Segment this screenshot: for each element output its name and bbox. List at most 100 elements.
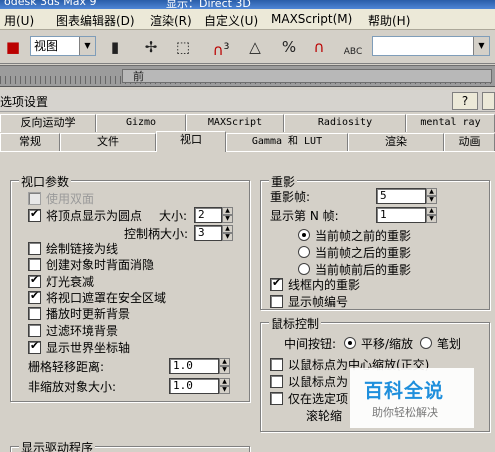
filter-env-bg-checkbox[interactable]: 过滤环境背景 bbox=[28, 322, 118, 338]
viewport-params-title: 视口参数 bbox=[19, 173, 72, 190]
attenuate-lights-checkbox[interactable]: 灯光衰减 bbox=[28, 273, 94, 289]
spinner-up-icon[interactable]: ▲ bbox=[222, 225, 233, 233]
handle-size-spinner[interactable]: 3 ▲ ▼ bbox=[194, 225, 233, 241]
tab-general[interactable]: 常规 bbox=[0, 133, 60, 151]
size-spinner[interactable]: 2 ▲ ▼ bbox=[194, 207, 233, 223]
tab-inverse-kinematics[interactable]: 反向运动学 bbox=[0, 114, 96, 132]
tab-animation[interactable]: 动画 bbox=[444, 133, 495, 151]
checkbox-box bbox=[270, 294, 283, 308]
spinner-arrows[interactable]: ▲ ▼ bbox=[426, 207, 437, 223]
spinner-down-icon[interactable]: ▼ bbox=[426, 215, 437, 223]
ghost-after-radio[interactable]: 当前帧之后的重影 bbox=[298, 244, 411, 260]
reference-coord-combo[interactable]: 视图 ▼ bbox=[30, 36, 96, 56]
snap-3d-icon[interactable]: ∩3 bbox=[210, 35, 232, 59]
spinner-up-icon[interactable]: ▲ bbox=[426, 188, 437, 196]
checkbox-box bbox=[270, 357, 283, 371]
checkbox-box bbox=[28, 257, 41, 271]
select-and-move-icon[interactable]: ■ bbox=[2, 35, 24, 59]
select-object-icon[interactable]: ⬚ bbox=[172, 35, 194, 59]
spinner-arrows[interactable]: ▲ ▼ bbox=[222, 225, 233, 241]
spinner-down-icon[interactable]: ▼ bbox=[222, 215, 233, 223]
ghost-wireframe-label: 线框内的重影 bbox=[288, 277, 361, 292]
tab-separator bbox=[0, 151, 495, 152]
menu-rendering[interactable]: 渲染(R) bbox=[150, 12, 192, 29]
help-button[interactable]: ? bbox=[452, 92, 478, 110]
tab-gizmo[interactable]: Gizmo bbox=[96, 114, 186, 132]
checkbox-box bbox=[28, 306, 41, 320]
spinner-snap-icon[interactable]: ∩ bbox=[308, 35, 330, 59]
chevron-down-icon: ▼ bbox=[473, 37, 489, 55]
close-button[interactable] bbox=[482, 92, 495, 110]
size-field[interactable]: 2 bbox=[194, 207, 222, 223]
edit-named-selections-icon[interactable]: ABC bbox=[342, 35, 364, 59]
angle-snap-icon[interactable]: △ bbox=[244, 35, 266, 59]
select-link-icon[interactable]: ✢ bbox=[140, 35, 162, 59]
spinner-up-icon[interactable]: ▲ bbox=[219, 358, 230, 366]
checkbox-box bbox=[28, 339, 41, 354]
percent-snap-icon[interactable]: % bbox=[278, 35, 300, 59]
nth-frame-field[interactable]: 1 bbox=[376, 207, 426, 223]
ghost-before-label: 当前帧之前的重影 bbox=[315, 228, 412, 243]
tab-mental-ray[interactable]: mental ray bbox=[406, 114, 495, 132]
tab-files[interactable]: 文件 bbox=[60, 133, 156, 151]
pan-zoom-radio[interactable]: 平移/缩放 bbox=[344, 335, 413, 351]
ghost-wireframe-checkbox[interactable]: 线框内的重影 bbox=[270, 276, 360, 292]
menu-maxscript[interactable]: MAXScript(M) bbox=[271, 12, 352, 26]
checkbox-box bbox=[270, 276, 283, 291]
handle-size-field[interactable]: 3 bbox=[194, 225, 222, 241]
ghost-frames-spinner[interactable]: 5 ▲ ▼ bbox=[376, 188, 437, 204]
display-world-axis-checkbox[interactable]: 显示世界坐标轴 bbox=[28, 339, 130, 355]
zoom-about-point-persp-checkbox[interactable]: 以鼠标点为 bbox=[270, 373, 348, 389]
pivot-icon[interactable]: ▮ bbox=[104, 35, 126, 59]
mask-safe-region-checkbox[interactable]: 将视口遮罩在安全区域 bbox=[28, 289, 166, 305]
stroke-radio[interactable]: 笔划 bbox=[420, 335, 461, 351]
draw-links-checkbox[interactable]: 绘制链接为线 bbox=[28, 240, 118, 256]
nth-frame-label: 显示第 N 帧: bbox=[270, 208, 339, 223]
spinner-down-icon[interactable]: ▼ bbox=[219, 366, 230, 374]
spinner-down-icon[interactable]: ▼ bbox=[222, 233, 233, 241]
menu-help[interactable]: 帮助(H) bbox=[368, 12, 410, 29]
backface-cull-label: 创建对象时背面消隐 bbox=[46, 257, 155, 272]
tab-maxscript[interactable]: MAXScript bbox=[186, 114, 284, 132]
tab-viewports[interactable]: 视口 bbox=[156, 131, 226, 152]
show-frame-numbers-checkbox[interactable]: 显示帧编号 bbox=[270, 293, 348, 309]
non-scaling-size-field[interactable]: 1.0 bbox=[169, 378, 219, 394]
nth-frame-spinner[interactable]: 1 ▲ ▼ bbox=[376, 207, 437, 223]
checkbox-box bbox=[270, 374, 283, 388]
watermark-brand: 百科全说 bbox=[364, 380, 445, 402]
time-slider[interactable]: 前 bbox=[122, 69, 492, 83]
grid-nudge-spinner[interactable]: 1.0 ▲ ▼ bbox=[169, 358, 230, 374]
ghost-frames-label: 重影帧: bbox=[270, 189, 311, 204]
ghost-before-radio[interactable]: 当前帧之前的重影 bbox=[298, 227, 411, 243]
viewport-label: 前 bbox=[133, 70, 144, 83]
spinner-up-icon[interactable]: ▲ bbox=[222, 207, 233, 215]
use-dual-planes-checkbox[interactable]: 使用双面 bbox=[28, 190, 94, 206]
only-in-selected-checkbox[interactable]: 仅在选定项 bbox=[270, 390, 348, 406]
tab-radiosity[interactable]: Radiosity bbox=[284, 114, 406, 132]
spinner-arrows[interactable]: ▲ ▼ bbox=[219, 358, 230, 374]
spinner-arrows[interactable]: ▲ ▼ bbox=[222, 207, 233, 223]
percent-snap-label: % bbox=[281, 38, 297, 56]
spinner-up-icon[interactable]: ▲ bbox=[426, 207, 437, 215]
spinner-down-icon[interactable]: ▼ bbox=[426, 196, 437, 204]
spinner-up-icon[interactable]: ▲ bbox=[219, 378, 230, 386]
menu-views[interactable]: 用(U) bbox=[4, 12, 34, 29]
non-scaling-size-spinner[interactable]: 1.0 ▲ ▼ bbox=[169, 378, 230, 394]
reference-coord-value: 视图 bbox=[34, 39, 59, 53]
chevron-down-icon: ▼ bbox=[79, 37, 95, 55]
menu-customize[interactable]: 自定义(U) bbox=[204, 12, 258, 29]
grid-nudge-field[interactable]: 1.0 bbox=[169, 358, 219, 374]
radio-dot bbox=[420, 337, 432, 349]
backface-cull-checkbox[interactable]: 创建对象时背面消隐 bbox=[28, 256, 154, 272]
spinner-arrows[interactable]: ▲ ▼ bbox=[426, 188, 437, 204]
named-selection-combo[interactable]: ▼ bbox=[372, 36, 490, 56]
spinner-arrows[interactable]: ▲ ▼ bbox=[219, 378, 230, 394]
menu-graph-editors[interactable]: 图表编辑器(D) bbox=[56, 12, 135, 29]
show-vertices-dots-checkbox[interactable]: 将顶点显示为圆点 bbox=[28, 207, 142, 223]
ghost-frames-field[interactable]: 5 bbox=[376, 188, 426, 204]
tab-rendering[interactable]: 渲染 bbox=[348, 133, 444, 151]
tab-gamma-lut[interactable]: Gamma 和 LUT bbox=[226, 133, 348, 151]
time-slider-bar: 前 bbox=[0, 65, 495, 87]
update-bg-checkbox[interactable]: 播放时更新背景 bbox=[28, 305, 130, 321]
spinner-down-icon[interactable]: ▼ bbox=[219, 386, 230, 394]
